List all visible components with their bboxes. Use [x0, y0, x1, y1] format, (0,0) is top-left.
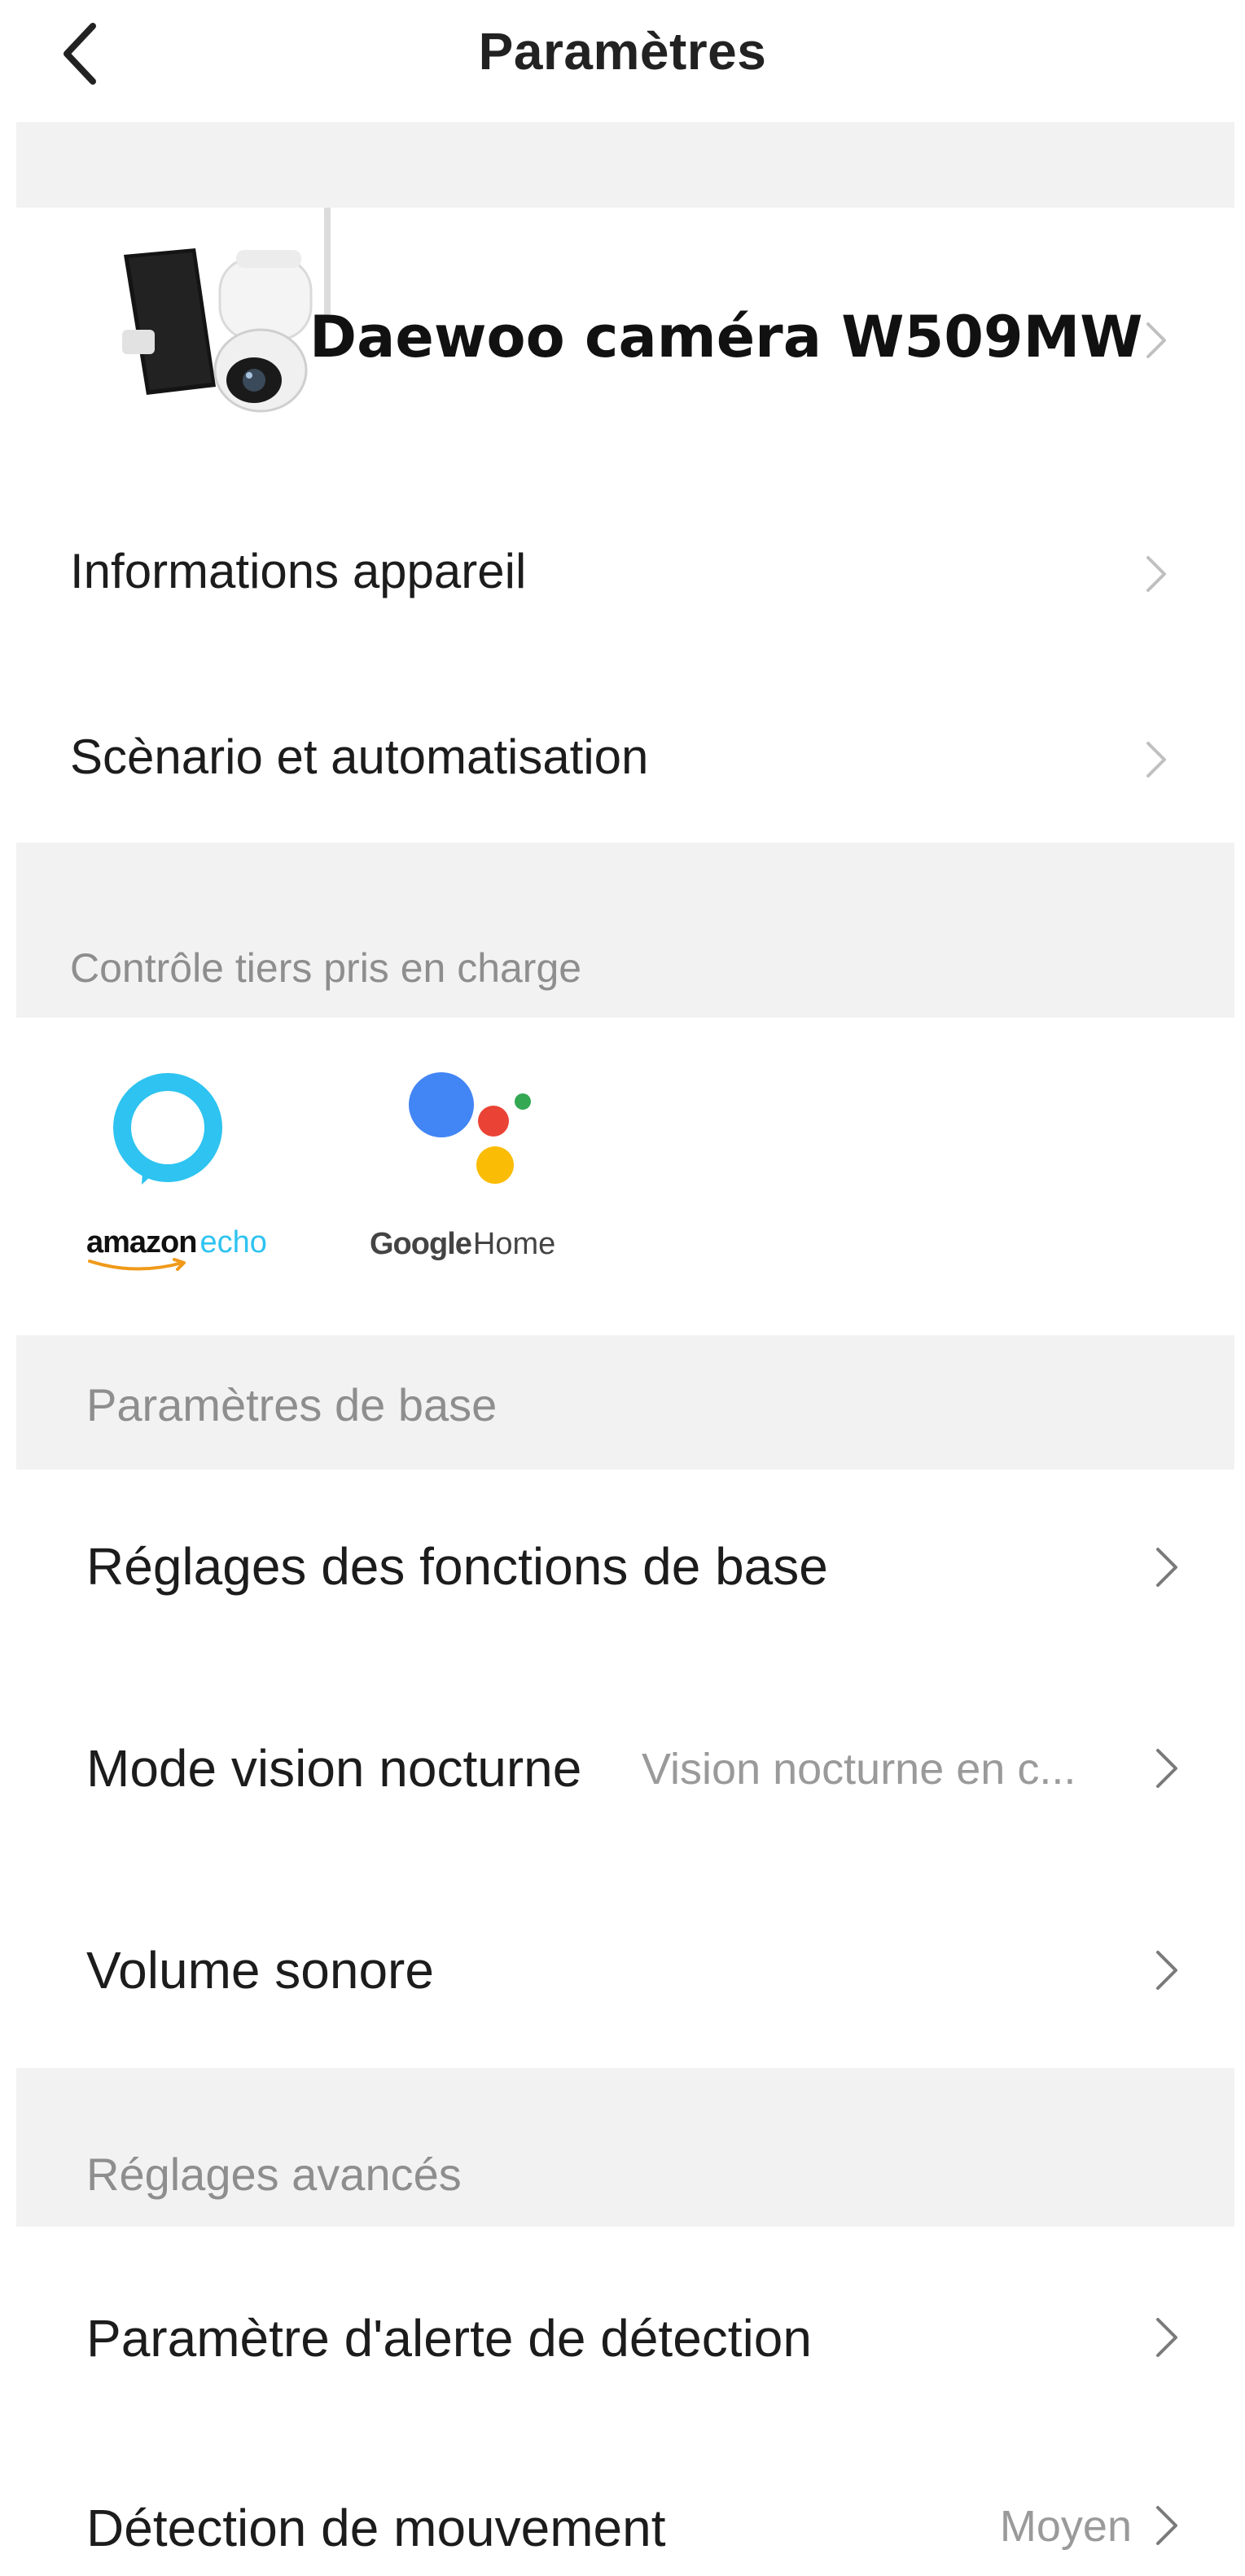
- menu-item-label: Volume sonore: [86, 1941, 434, 2000]
- menu-item-device-info[interactable]: Informations appareil: [0, 484, 1245, 664]
- section-advanced-header: Réglages avancés: [16, 2068, 1234, 2227]
- third-party-logos: amazon echo GoogleHome: [0, 1018, 1245, 1335]
- menu-item-night-vision[interactable]: Mode vision nocturne Vision nocturne en …: [0, 1669, 1245, 1868]
- night-vision-value: Vision nocturne en c...: [642, 1745, 1076, 1794]
- section-label: Paramètres de base: [86, 1379, 498, 1430]
- motion-detection-value: Moyen: [999, 2502, 1132, 2551]
- amazon-smile-icon: [88, 1258, 186, 1271]
- chevron-right-icon: [1150, 2501, 1182, 2550]
- device-name: Daewoo caméra W509MW: [309, 304, 1143, 370]
- menu-item-label: Paramètre d'alerte de détection: [86, 2309, 812, 2368]
- google-home-logo[interactable]: GoogleHome: [366, 1071, 611, 1315]
- chevron-right-icon: [1150, 1543, 1182, 1592]
- alexa-ring-icon: [113, 1073, 222, 1185]
- chevron-right-icon: [1150, 1946, 1182, 1995]
- top-bar: Paramètres: [0, 0, 1245, 114]
- menu-item-scenario-automation[interactable]: Scènario et automatisation: [0, 664, 1245, 843]
- chevron-right-icon: [1140, 550, 1173, 598]
- menu-item-motion-detection[interactable]: Détection de mouvement Moyen: [0, 2426, 1245, 2576]
- menu-item-detection-alert[interactable]: Paramètre d'alerte de détection: [0, 2227, 1245, 2426]
- chevron-right-icon: [1150, 2313, 1182, 2362]
- menu-item-label: Détection de mouvement: [86, 2499, 666, 2557]
- page-title: Paramètres: [478, 22, 767, 81]
- menu-item-label: Mode vision nocturne: [86, 1739, 582, 1798]
- chevron-right-icon: [1140, 316, 1173, 365]
- device-row[interactable]: Daewoo caméra W509MW: [0, 208, 1245, 484]
- amazon-echo-logo[interactable]: amazon echo: [81, 1071, 293, 1315]
- menu-item-label: Scènario et automatisation: [70, 729, 649, 784]
- google-home-label: GoogleHome: [370, 1227, 556, 1261]
- google-assistant-icon: [409, 1072, 531, 1184]
- amazon-echo-label: amazon echo: [86, 1225, 267, 1271]
- section-third-party-header: Contrôle tiers pris en charge: [16, 843, 1234, 1018]
- menu-item-volume[interactable]: Volume sonore: [0, 1868, 1245, 2068]
- section-basic-header: Paramètres de base: [16, 1335, 1234, 1470]
- chevron-right-icon: [1140, 735, 1173, 784]
- chevron-right-icon: [1150, 1744, 1182, 1793]
- section-label: Contrôle tiers pris en charge: [70, 945, 582, 991]
- menu-item-label: Réglages des fonctions de base: [86, 1537, 828, 1596]
- menu-item-label: Informations appareil: [70, 544, 527, 598]
- menu-item-basic-functions[interactable]: Réglages des fonctions de base: [0, 1470, 1245, 1669]
- separator-band: [16, 122, 1234, 208]
- section-label: Réglages avancés: [86, 2149, 462, 2200]
